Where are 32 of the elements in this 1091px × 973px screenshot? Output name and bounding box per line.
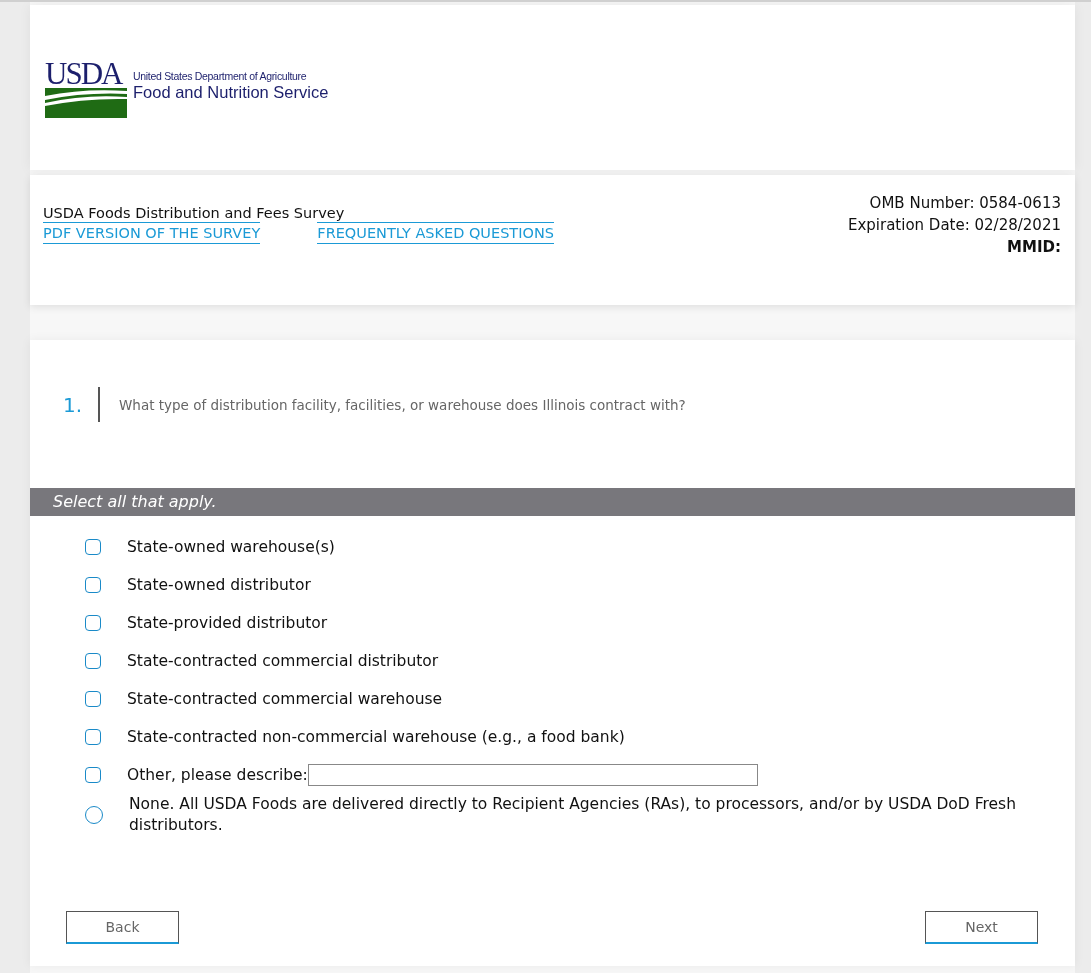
checkbox[interactable] <box>85 767 101 783</box>
option-label: State-provided distributor <box>127 612 328 634</box>
option-label: Other, please describe: <box>127 764 308 786</box>
option-label: State-contracted non-commercial warehouse (e.g., a food bank) <box>127 726 625 748</box>
logo-wordmark: USDA <box>45 60 123 88</box>
option-label: State-owned distributor <box>127 574 311 596</box>
question-text: What type of distribution facility, facilities, or warehouse does Illinois contract with? <box>119 396 686 413</box>
back-button[interactable]: Back <box>66 911 179 944</box>
option-label: None. All USDA Foods are delivered directly to Recipient Agencies (RAs), to processors, and/or by USDA DoD Fresh distributors. <box>129 794 1017 836</box>
survey-link[interactable]: FREQUENTLY ASKED QUESTIONS <box>317 222 554 244</box>
question-number: 1. <box>63 392 84 417</box>
radio-button[interactable] <box>85 806 103 824</box>
option-label: State-owned warehouse(s) <box>127 536 335 558</box>
survey-title: USDA Foods Distribution and Fees Survey <box>43 204 346 222</box>
mmid-label: MMID: <box>1007 237 1061 258</box>
option-label: State-contracted commercial distributor <box>127 650 439 672</box>
next-button[interactable]: Next <box>925 911 1038 944</box>
expiration-date: Expiration Date: 02/28/2021 <box>847 215 1061 236</box>
fields-icon <box>45 88 127 118</box>
service-name: Food and Nutrition Service <box>133 83 329 102</box>
checkbox[interactable] <box>85 577 101 593</box>
checkbox[interactable] <box>85 691 101 707</box>
checkbox[interactable] <box>85 539 101 555</box>
checkbox[interactable] <box>85 653 101 669</box>
describe-field[interactable] <box>307 764 758 786</box>
checkbox[interactable] <box>85 615 101 631</box>
agency-name: United States Department of Agriculture <box>133 70 308 82</box>
survey-link[interactable]: PDF VERSION OF THE SURVEY <box>43 222 261 244</box>
instruction-bar: Select all that apply. <box>30 488 1075 516</box>
checkbox[interactable] <box>85 729 101 745</box>
option-label: State-contracted commercial warehouse <box>127 688 443 710</box>
omb-number: OMB Number: 0584-0613 <box>869 193 1061 214</box>
